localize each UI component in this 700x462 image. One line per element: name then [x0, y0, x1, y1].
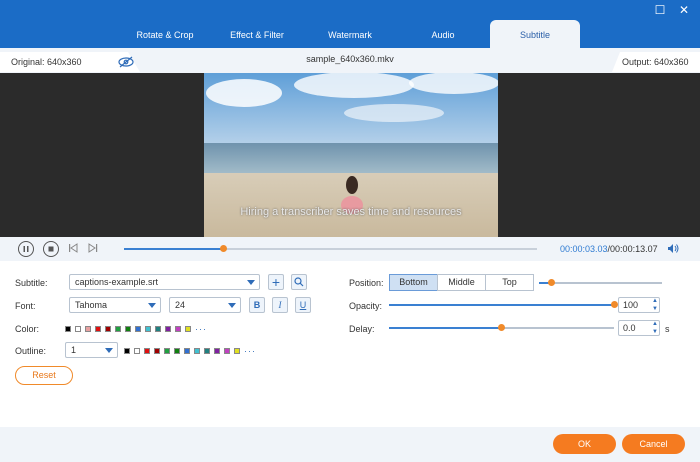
bold-button[interactable]: B: [249, 297, 265, 313]
opacity-label: Opacity:: [349, 301, 383, 311]
search-subtitle-button[interactable]: [291, 274, 307, 290]
search-icon: [294, 277, 304, 287]
plus-icon: +: [271, 274, 281, 290]
current-time: 00:00:03.03: [560, 244, 608, 254]
tab-rotate-crop[interactable]: Rotate & Crop: [120, 20, 210, 48]
delay-value: 0.0: [623, 323, 636, 333]
color-swatch[interactable]: [145, 326, 151, 332]
total-time: /00:00:13.07: [607, 244, 658, 254]
subtitle-label: Subtitle:: [15, 278, 48, 288]
delay-slider-handle[interactable]: [498, 324, 505, 331]
opacity-value: 100: [623, 300, 639, 310]
italic-button[interactable]: I: [272, 297, 288, 313]
subtitle-file-select[interactable]: captions-example.srt: [69, 274, 260, 290]
position-top-button[interactable]: Top: [485, 274, 534, 291]
position-slider-track[interactable]: [539, 282, 662, 284]
pause-icon: [23, 246, 29, 252]
subtitle-file-value: captions-example.srt: [75, 277, 159, 287]
outline-swatch[interactable]: [224, 348, 230, 354]
reset-button[interactable]: Reset: [15, 366, 73, 385]
time-display: 00:00:03.03/00:00:13.07: [560, 244, 658, 254]
subtitle-preview-text: Hiring a transcriber saves time and reso…: [240, 206, 462, 218]
font-family-select[interactable]: Tahoma: [69, 297, 161, 313]
close-icon[interactable]: ✕: [676, 2, 692, 18]
outline-width-value: 1: [71, 345, 77, 355]
chevron-up-icon: ▲: [652, 321, 658, 327]
font-family-value: Tahoma: [75, 300, 108, 310]
outline-swatch[interactable]: [124, 348, 130, 354]
delay-label: Delay:: [349, 324, 375, 334]
opacity-slider-fill: [389, 304, 614, 306]
outline-swatch[interactable]: [204, 348, 210, 354]
delay-slider-fill: [389, 327, 502, 329]
opacity-slider-handle[interactable]: [610, 301, 618, 308]
eye-hidden-icon[interactable]: [118, 55, 134, 69]
outline-swatch[interactable]: [234, 348, 240, 354]
output-resolution: Output: 640x360: [612, 52, 700, 72]
opacity-spinner[interactable]: ▲ ▼: [651, 297, 659, 313]
tab-audio[interactable]: Audio: [398, 20, 488, 48]
position-bottom-button[interactable]: Bottom: [389, 274, 438, 291]
cancel-button[interactable]: Cancel: [622, 434, 685, 454]
position-label: Position:: [349, 278, 384, 288]
outline-swatch[interactable]: [134, 348, 140, 354]
color-swatch[interactable]: [115, 326, 121, 332]
outline-swatch[interactable]: [164, 348, 170, 354]
color-swatch[interactable]: [175, 326, 181, 332]
tab-effect-filter[interactable]: Effect & Filter: [212, 20, 302, 48]
outline-width-select[interactable]: 1: [65, 342, 118, 358]
font-label: Font:: [15, 301, 36, 311]
outline-swatch[interactable]: [174, 348, 180, 354]
tab-subtitle[interactable]: Subtitle: [490, 20, 580, 48]
outline-swatch[interactable]: [184, 348, 190, 354]
outline-more-colors-button[interactable]: ···: [244, 346, 256, 356]
stop-icon: [48, 246, 54, 252]
tab-watermark[interactable]: Watermark: [305, 20, 395, 48]
pause-button[interactable]: [18, 241, 34, 257]
outline-swatch[interactable]: [214, 348, 220, 354]
next-frame-icon[interactable]: [88, 243, 98, 253]
outline-color-palette: ···: [124, 346, 256, 356]
underline-button[interactable]: U: [295, 297, 311, 313]
delay-spinner[interactable]: ▲ ▼: [651, 320, 659, 336]
file-name: sample_640x360.mkv: [306, 54, 394, 64]
outline-label: Outline:: [15, 346, 47, 356]
color-swatch[interactable]: [75, 326, 81, 332]
font-size-value: 24: [175, 300, 186, 310]
progress-fill: [124, 248, 224, 250]
progress-handle[interactable]: [219, 245, 227, 252]
stop-button[interactable]: [43, 241, 59, 257]
color-palette: ···: [65, 324, 207, 334]
previous-frame-icon[interactable]: [68, 243, 78, 253]
volume-icon[interactable]: [667, 243, 679, 254]
ok-button[interactable]: OK: [553, 434, 616, 454]
add-subtitle-button[interactable]: +: [268, 274, 284, 290]
color-swatch[interactable]: [155, 326, 161, 332]
position-middle-button[interactable]: Middle: [437, 274, 486, 291]
outline-swatch[interactable]: [154, 348, 160, 354]
chevron-down-icon: [247, 280, 255, 285]
color-swatch[interactable]: [105, 326, 111, 332]
color-swatch[interactable]: [65, 326, 71, 332]
maximize-icon[interactable]: ☐: [652, 2, 668, 18]
color-swatch[interactable]: [85, 326, 91, 332]
position-slider-handle[interactable]: [547, 279, 555, 286]
color-swatch[interactable]: [185, 326, 191, 332]
chevron-up-icon: ▲: [652, 298, 658, 304]
color-more-colors-button[interactable]: ···: [195, 324, 207, 334]
chevron-down-icon: [148, 303, 156, 308]
font-size-select[interactable]: 24: [169, 297, 241, 313]
chevron-down-icon: ▼: [652, 329, 658, 335]
chevron-down-icon: [228, 303, 236, 308]
color-swatch[interactable]: [95, 326, 101, 332]
color-swatch[interactable]: [125, 326, 131, 332]
outline-swatch[interactable]: [144, 348, 150, 354]
chevron-down-icon: [105, 348, 113, 353]
color-label: Color:: [15, 324, 40, 334]
color-swatch[interactable]: [165, 326, 171, 332]
color-swatch[interactable]: [135, 326, 141, 332]
chevron-down-icon: ▼: [652, 306, 658, 312]
outline-swatch[interactable]: [194, 348, 200, 354]
delay-unit: s: [665, 324, 670, 334]
